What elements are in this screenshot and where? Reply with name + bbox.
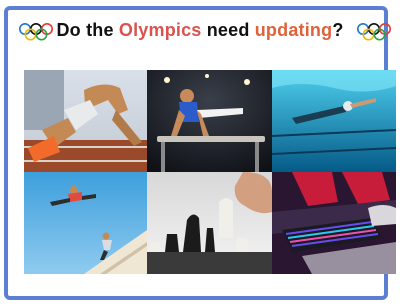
title-text-1: Do the (56, 19, 119, 40)
title-row: Do the Olympics need updating? (10, 14, 391, 46)
title-text-2: need (201, 19, 255, 40)
image-gymnast (147, 70, 272, 172)
image-parkour (24, 172, 147, 274)
page-title: Do the Olympics need updating? (56, 20, 343, 41)
image-esports (272, 172, 396, 274)
image-grid (24, 70, 396, 274)
image-swimmer (272, 70, 396, 172)
olympic-rings-icon (19, 23, 53, 41)
image-chess (147, 172, 272, 274)
title-highlight-olympics: Olympics (118, 19, 202, 40)
image-sprinter-start (24, 70, 147, 172)
title-text-3: ? (332, 19, 344, 40)
olympic-rings-icon (357, 23, 391, 41)
title-highlight-updating: updating (254, 19, 333, 40)
